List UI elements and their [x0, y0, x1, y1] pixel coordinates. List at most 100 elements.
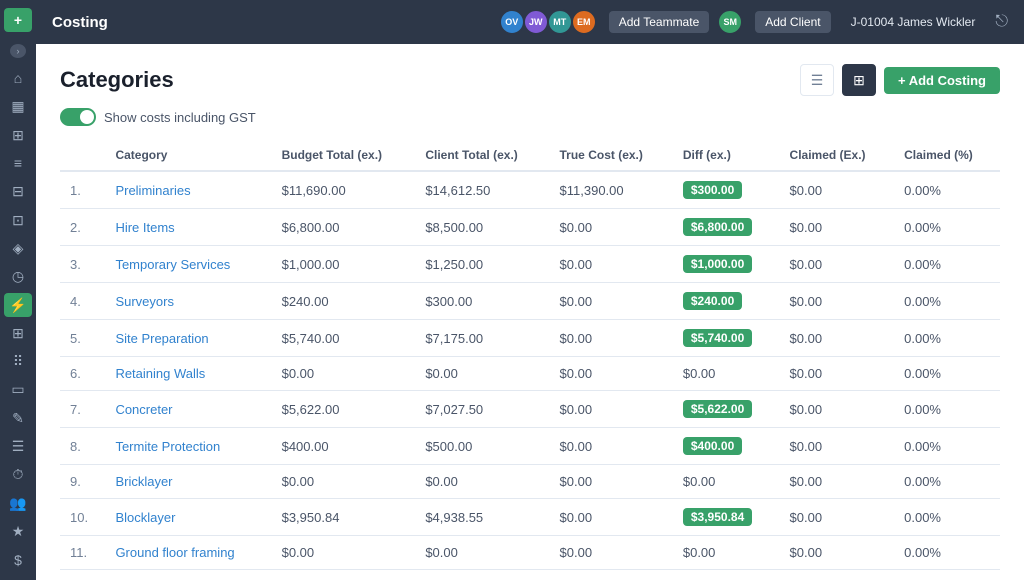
true-cost: $0.00	[550, 209, 673, 246]
category-name[interactable]: Retaining Walls	[105, 357, 271, 391]
row-number: 9.	[60, 465, 105, 499]
category-name[interactable]: Preliminaries	[105, 171, 271, 209]
document-icon[interactable]: ⊡	[4, 208, 32, 232]
apps-icon[interactable]: ⠿	[4, 350, 32, 374]
table-row[interactable]: 5. Site Preparation $5,740.00 $7,175.00 …	[60, 320, 1000, 357]
diff-cell: $0.00	[673, 357, 780, 391]
avatar-mt[interactable]: MT	[547, 9, 573, 35]
view-grid-button[interactable]: ⊞	[842, 64, 876, 96]
add-costing-button[interactable]: + Add Costing	[884, 67, 1000, 94]
chart-icon[interactable]: ≡	[4, 151, 32, 175]
true-cost: $0.00	[550, 499, 673, 536]
diff-cell: $0.00	[673, 465, 780, 499]
logout-icon[interactable]: ⎋	[995, 13, 1008, 31]
category-name[interactable]: Bricklayer	[105, 465, 271, 499]
category-name[interactable]: Hire Items	[105, 209, 271, 246]
avatar-em[interactable]: EM	[571, 9, 597, 35]
col-claimed-pct: Claimed (%)	[894, 140, 1000, 171]
categories-table: Category Budget Total (ex.) Client Total…	[60, 140, 1000, 570]
dollar-icon[interactable]: $	[4, 548, 32, 572]
table-row[interactable]: 4. Surveyors $240.00 $300.00 $0.00 $240.…	[60, 283, 1000, 320]
add-client-button[interactable]: Add Client	[755, 11, 830, 33]
category-name[interactable]: Blocklayer	[105, 499, 271, 536]
category-name[interactable]: Site Preparation	[105, 320, 271, 357]
row-number: 3.	[60, 246, 105, 283]
col-budget-total: Budget Total (ex.)	[272, 140, 416, 171]
home-icon[interactable]: ⌂	[4, 66, 32, 90]
table-row[interactable]: 6. Retaining Walls $0.00 $0.00 $0.00 $0.…	[60, 357, 1000, 391]
row-number: 4.	[60, 283, 105, 320]
calendar-icon[interactable]: ▦	[4, 95, 32, 119]
claimed-ex: $0.00	[780, 499, 895, 536]
grid-icon[interactable]: ⊞	[4, 123, 32, 147]
category-name[interactable]: Ground floor framing	[105, 536, 271, 570]
client-total: $0.00	[415, 357, 549, 391]
row-number: 11.	[60, 536, 105, 570]
page-title: Categories	[60, 67, 174, 93]
row-number: 2.	[60, 209, 105, 246]
category-name[interactable]: Surveyors	[105, 283, 271, 320]
table-row[interactable]: 10. Blocklayer $3,950.84 $4,938.55 $0.00…	[60, 499, 1000, 536]
project-info: J-01004 James Wickler	[851, 15, 976, 29]
list-icon[interactable]: ☰	[4, 434, 32, 458]
budget-total: $0.00	[272, 536, 416, 570]
row-number: 6.	[60, 357, 105, 391]
gst-toggle[interactable]	[60, 108, 96, 126]
table-row[interactable]: 2. Hire Items $6,800.00 $8,500.00 $0.00 …	[60, 209, 1000, 246]
col-claimed-ex: Claimed (Ex.)	[780, 140, 895, 171]
add-teammate-button[interactable]: Add Teammate	[609, 11, 710, 33]
table-header-row: Category Budget Total (ex.) Client Total…	[60, 140, 1000, 171]
budget-total: $5,740.00	[272, 320, 416, 357]
claimed-ex: $0.00	[780, 357, 895, 391]
row-number: 8.	[60, 428, 105, 465]
client-total: $1,250.00	[415, 246, 549, 283]
claimed-ex: $0.00	[780, 209, 895, 246]
avatar-ov[interactable]: OV	[499, 9, 525, 35]
clock-icon[interactable]: ◷	[4, 265, 32, 289]
people-icon[interactable]: 👥	[4, 491, 32, 515]
budget-total: $1,000.00	[272, 246, 416, 283]
toggle-knob	[80, 110, 94, 124]
diff-cell: $6,800.00	[673, 209, 780, 246]
diff-cell: $400.00	[673, 428, 780, 465]
tag-icon[interactable]: ◈	[4, 236, 32, 260]
table-row[interactable]: 9. Bricklayer $0.00 $0.00 $0.00 $0.00 $0…	[60, 465, 1000, 499]
diff-badge: $5,622.00	[683, 400, 752, 418]
col-diff: Diff (ex.)	[673, 140, 780, 171]
category-name[interactable]: Concreter	[105, 391, 271, 428]
table-row[interactable]: 3. Temporary Services $1,000.00 $1,250.0…	[60, 246, 1000, 283]
diff-badge: $3,950.84	[683, 508, 752, 526]
monitor-icon[interactable]: ▭	[4, 378, 32, 402]
folder-icon[interactable]: ⊟	[4, 180, 32, 204]
diff-badge: $300.00	[683, 181, 742, 199]
sidebar-expand-button[interactable]: ›	[10, 44, 26, 58]
table-icon[interactable]: ⊞	[4, 321, 32, 345]
true-cost: $0.00	[550, 536, 673, 570]
table-row[interactable]: 11. Ground floor framing $0.00 $0.00 $0.…	[60, 536, 1000, 570]
app-logo[interactable]: +	[4, 8, 32, 32]
client-total: $4,938.55	[415, 499, 549, 536]
claimed-ex: $0.00	[780, 320, 895, 357]
claimed-pct: 0.00%	[894, 283, 1000, 320]
table-row[interactable]: 7. Concreter $5,622.00 $7,027.50 $0.00 $…	[60, 391, 1000, 428]
true-cost: $0.00	[550, 357, 673, 391]
avatar-group: OV JW MT EM	[499, 9, 597, 35]
star-icon[interactable]: ★	[4, 519, 32, 543]
table-row[interactable]: 8. Termite Protection $400.00 $500.00 $0…	[60, 428, 1000, 465]
avatar-sm[interactable]: SM	[717, 9, 743, 35]
clock2-icon[interactable]: ⏱	[4, 463, 32, 487]
claimed-ex: $0.00	[780, 283, 895, 320]
budget-total: $400.00	[272, 428, 416, 465]
avatar-jw[interactable]: JW	[523, 9, 549, 35]
diff-badge: $240.00	[683, 292, 742, 310]
claimed-pct: 0.00%	[894, 465, 1000, 499]
claimed-pct: 0.00%	[894, 357, 1000, 391]
claimed-ex: $0.00	[780, 536, 895, 570]
category-name[interactable]: Termite Protection	[105, 428, 271, 465]
table-row[interactable]: 1. Preliminaries $11,690.00 $14,612.50 $…	[60, 171, 1000, 209]
category-name[interactable]: Temporary Services	[105, 246, 271, 283]
pencil-icon[interactable]: ✎	[4, 406, 32, 430]
true-cost: $0.00	[550, 320, 673, 357]
view-list-button[interactable]: ☰	[800, 64, 834, 96]
lightning-icon[interactable]: ⚡	[4, 293, 32, 317]
